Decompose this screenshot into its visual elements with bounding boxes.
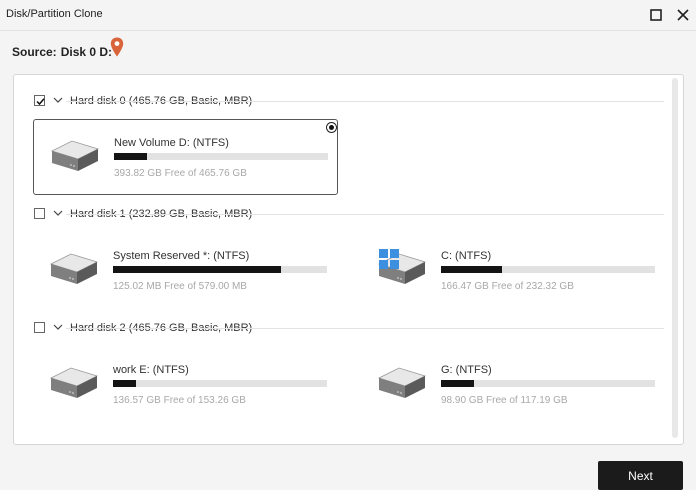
chevron-down-icon[interactable] xyxy=(53,209,63,217)
partition-name: New Volume D: (NTFS) xyxy=(114,137,229,149)
location-pin-icon xyxy=(110,37,124,57)
hard-drive-icon xyxy=(49,367,99,398)
disk-checkbox-2[interactable] xyxy=(34,322,45,333)
chevron-down-icon[interactable] xyxy=(53,323,63,331)
partition-name: G: (NTFS) xyxy=(441,364,492,376)
window-title: Disk/Partition Clone xyxy=(6,8,103,20)
hard-drive-icon xyxy=(49,253,99,284)
source-value: Disk 0 D: xyxy=(60,45,113,59)
usage-bar-fill xyxy=(441,380,475,387)
partition-card-work-e[interactable]: work E: (NTFS) 136.57 GB Free of 153.26 … xyxy=(33,347,338,423)
usage-bar xyxy=(113,266,327,273)
disk-checkbox-1[interactable] xyxy=(34,208,45,219)
partition-card-g[interactable]: G: (NTFS) 98.90 GB Free of 117.19 GB xyxy=(361,347,666,423)
usage-bar xyxy=(114,153,328,160)
close-icon xyxy=(677,9,689,21)
partition-radio-selected[interactable] xyxy=(326,122,337,133)
next-button[interactable]: Next xyxy=(598,461,683,490)
scrollbar[interactable] xyxy=(672,78,678,438)
partition-card-new-volume-d[interactable]: New Volume D: (NTFS) 393.82 GB Free of 4… xyxy=(33,119,338,195)
partition-free-space: 98.90 GB Free of 117.19 GB xyxy=(441,395,568,406)
usage-bar xyxy=(441,266,655,273)
partition-name: System Reserved *: (NTFS) xyxy=(113,250,250,262)
partition-free-space: 166.47 GB Free of 232.32 GB xyxy=(441,281,574,292)
source-label: Source: xyxy=(12,45,57,59)
divider xyxy=(66,101,664,102)
checkmark-icon xyxy=(36,98,45,106)
usage-bar-fill xyxy=(114,153,147,160)
divider xyxy=(66,328,664,329)
partition-free-space: 393.82 GB Free of 465.76 GB xyxy=(114,168,247,179)
hard-drive-icon xyxy=(377,367,427,398)
source-row: Source: Disk 0 D: xyxy=(12,45,112,59)
partition-card-c[interactable]: C: (NTFS) 166.47 GB Free of 232.32 GB xyxy=(361,233,666,309)
partition-name: work E: (NTFS) xyxy=(113,364,189,376)
usage-bar-fill xyxy=(113,266,281,273)
maximize-button[interactable] xyxy=(645,4,667,26)
usage-bar-fill xyxy=(113,380,137,387)
partition-name: C: (NTFS) xyxy=(441,250,492,262)
usage-bar-fill xyxy=(441,266,502,273)
usage-bar xyxy=(113,380,327,387)
divider xyxy=(66,214,664,215)
hard-drive-icon xyxy=(50,140,100,171)
title-bar: Disk/Partition Clone xyxy=(0,0,696,31)
windows-logo-icon xyxy=(379,249,399,269)
maximize-icon xyxy=(650,9,662,21)
usage-bar xyxy=(441,380,655,387)
chevron-down-icon[interactable] xyxy=(53,96,63,104)
partition-free-space: 125.02 MB Free of 579.00 MB xyxy=(113,281,247,292)
partition-card-system-reserved[interactable]: System Reserved *: (NTFS) 125.02 MB Free… xyxy=(33,233,338,309)
partition-free-space: 136.57 GB Free of 153.26 GB xyxy=(113,395,246,406)
close-button[interactable] xyxy=(672,4,694,26)
disk-checkbox-0[interactable] xyxy=(34,95,45,106)
